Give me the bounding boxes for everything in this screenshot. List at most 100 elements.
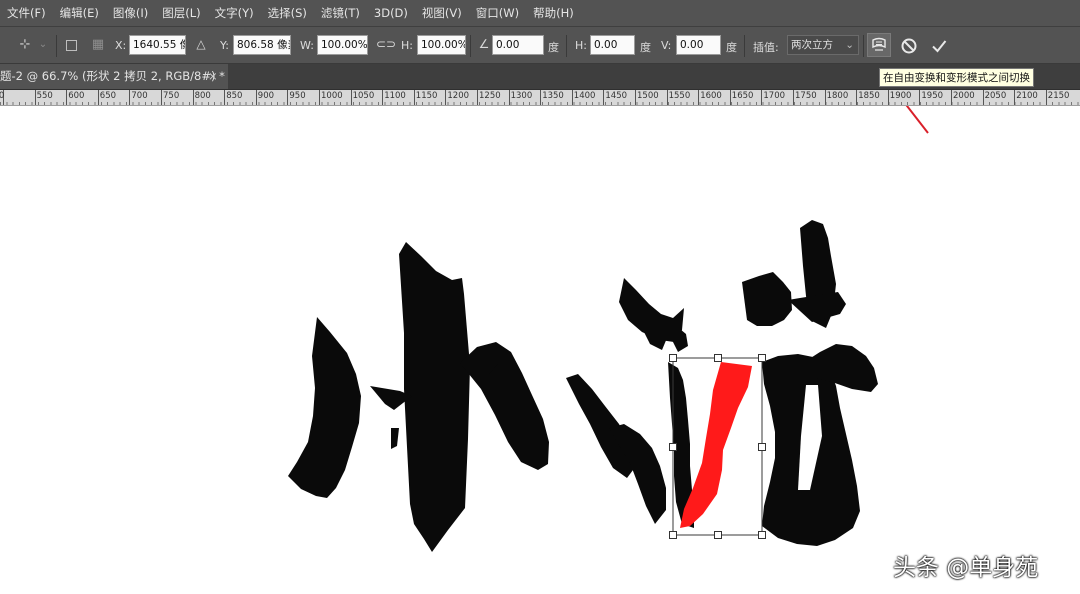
ruler-label: 1100 xyxy=(384,91,406,101)
ruler-label: 2100 xyxy=(1016,91,1038,101)
y-label: Y: xyxy=(220,39,229,52)
menu-item[interactable]: 3D(D) xyxy=(367,6,415,20)
separator xyxy=(470,35,471,57)
warp-toggle-icon xyxy=(872,37,886,51)
warp-toggle-button[interactable] xyxy=(867,33,891,57)
menu-item[interactable]: 图像(I) xyxy=(106,5,155,21)
ruler-label: 1150 xyxy=(415,91,438,101)
chain-link-icon[interactable]: ⊂⊃ xyxy=(376,37,396,51)
transform-handle[interactable] xyxy=(669,443,677,451)
ruler-tick xyxy=(161,90,162,105)
document-tab-title: 题-2 @ 66.7% (形状 2 拷贝 2, RGB/8#) * xyxy=(0,69,225,83)
ruler-label: 1650 xyxy=(731,91,754,101)
transform-handle[interactable] xyxy=(669,354,677,362)
menu-item[interactable]: 视图(V) xyxy=(415,5,469,21)
chevron-down-icon: ⌄ xyxy=(845,39,854,51)
vertical-skew-label: V: xyxy=(661,39,672,52)
reference-point-checkbox[interactable] xyxy=(66,40,77,51)
ruler-label: 1250 xyxy=(479,91,501,101)
transform-handle[interactable] xyxy=(758,443,766,451)
horizontal-ruler[interactable]: 500 550 600 650 700 750 800 850 900 950 1000 1050 11… xyxy=(0,90,1080,106)
x-label: X: xyxy=(115,39,127,52)
separator xyxy=(863,35,864,57)
transform-handle[interactable] xyxy=(758,354,766,362)
calligraphy-artwork xyxy=(288,220,878,552)
menu-item[interactable]: 编辑(E) xyxy=(53,5,106,21)
menu-item[interactable]: 选择(S) xyxy=(261,5,314,21)
ruler-label: 2000 xyxy=(953,91,975,101)
ruler-tick xyxy=(603,90,605,105)
ruler-tick xyxy=(224,90,226,105)
ruler-label: 1300 xyxy=(510,91,533,101)
horizontal-skew-field[interactable]: 0.00 xyxy=(590,35,635,55)
ruler-tick xyxy=(824,90,826,105)
transform-handle[interactable] xyxy=(758,531,766,539)
transform-handle[interactable] xyxy=(714,531,722,539)
ruler-label: 1400 xyxy=(573,91,596,101)
transform-reference-icon[interactable]: ⊹ xyxy=(14,37,36,52)
height-label: H: xyxy=(401,39,413,52)
ruler-tick xyxy=(951,90,952,105)
menu-item[interactable]: 窗口(W) xyxy=(469,5,526,21)
ruler-tick xyxy=(571,90,573,105)
height-field[interactable]: 100.00% xyxy=(417,35,466,55)
menu-item[interactable]: 帮助(H) xyxy=(526,5,581,21)
ruler-label: 650 xyxy=(99,91,117,101)
ruler-tick xyxy=(477,90,478,105)
ruler-tick xyxy=(66,90,68,105)
angle-icon: ∠ xyxy=(478,37,490,51)
ruler-tick xyxy=(1045,90,1047,105)
reference-point-grid-icon[interactable]: ▦ xyxy=(88,37,108,52)
ruler-tick xyxy=(666,90,668,105)
rotation-angle-field[interactable]: 0.00 xyxy=(492,35,544,55)
ruler-label: 600 xyxy=(68,91,85,101)
transform-handle[interactable] xyxy=(669,531,677,539)
cancel-icon[interactable] xyxy=(900,37,918,55)
canvas[interactable] xyxy=(0,106,1080,594)
menu-item[interactable]: 滤镜(T) xyxy=(314,5,367,21)
ruler-tick xyxy=(540,90,542,105)
ruler-tick xyxy=(856,90,858,105)
ruler-label: 1450 xyxy=(605,91,628,101)
horizontal-skew-label: H: xyxy=(575,39,587,52)
ruler-tick xyxy=(192,90,194,105)
vertical-skew-field[interactable]: 0.00 xyxy=(676,35,721,55)
watermark: 头条 @单身苑 xyxy=(893,555,1039,581)
ruler-label: 1350 xyxy=(542,91,564,101)
ruler-tick xyxy=(97,90,99,105)
ruler-tick xyxy=(919,90,921,105)
separator xyxy=(56,35,57,57)
annotation-arrow xyxy=(905,106,929,134)
ruler-label: 1800 xyxy=(826,91,849,101)
ruler-tick xyxy=(982,90,984,105)
ruler-tick xyxy=(382,90,384,105)
interpolation-select[interactable]: 两次立方 ⌄ xyxy=(787,35,859,55)
ruler-label: 550 xyxy=(36,91,53,101)
width-field[interactable]: 100.00% xyxy=(317,35,368,55)
ruler-tick xyxy=(635,90,636,105)
ruler-label: 700 xyxy=(131,91,148,101)
menu-item[interactable]: 文字(Y) xyxy=(208,5,261,21)
ruler-tick xyxy=(729,90,731,105)
tooltip: 在自由变换和变形模式之间切换 xyxy=(879,68,1034,87)
ruler-label: 750 xyxy=(163,91,180,101)
transform-handle[interactable] xyxy=(714,354,722,362)
ruler-label: 1600 xyxy=(700,91,722,101)
ruler-label: 1000 xyxy=(321,91,343,101)
ruler-label: 1950 xyxy=(921,91,944,101)
ruler-tick xyxy=(793,90,794,105)
options-bar: ⊹ ⌄ ▦ X: 1640.55 像 △ Y: 806.58 像素 W: 100… xyxy=(0,26,1080,64)
document-tab[interactable]: 题-2 @ 66.7% (形状 2 拷贝 2, RGB/8#) * × xyxy=(0,64,228,89)
menu-item[interactable]: 文件(F) xyxy=(0,5,53,21)
menu-bar: 文件(F) 编辑(E) 图像(I) 图层(L) 文字(Y) 选择(S) 滤镜(T) 3D(D)… xyxy=(0,0,1080,26)
close-icon[interactable]: × xyxy=(208,64,218,88)
y-position-field[interactable]: 806.58 像素 xyxy=(233,35,291,55)
ruler-label: 800 xyxy=(194,91,211,101)
chevron-down-icon[interactable]: ⌄ xyxy=(38,39,48,50)
relative-position-icon[interactable]: △ xyxy=(194,37,208,51)
x-position-field[interactable]: 1640.55 像 xyxy=(129,35,186,55)
commit-icon[interactable] xyxy=(930,37,948,55)
red-brush-stroke xyxy=(680,362,752,528)
menu-item[interactable]: 图层(L) xyxy=(155,5,207,21)
angle-unit: 度 xyxy=(548,41,559,54)
